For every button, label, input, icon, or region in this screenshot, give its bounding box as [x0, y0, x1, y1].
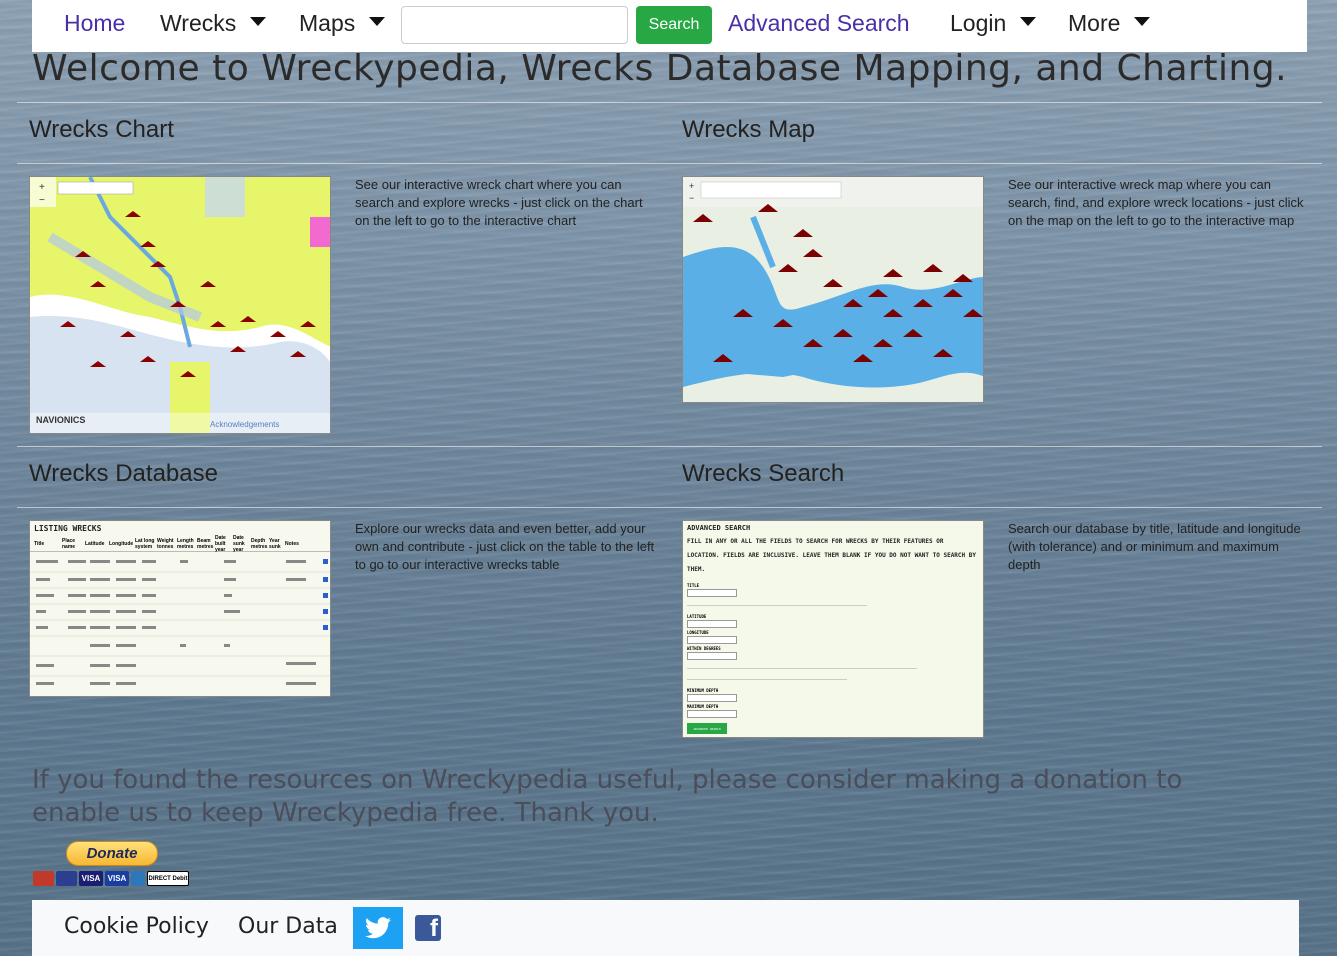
search-button[interactable]: Search — [636, 6, 712, 44]
wrecks-database-title: Wrecks Database — [29, 460, 218, 487]
column-header: Depth metres — [251, 537, 268, 550]
direct-debit-icon: DIRECT Debit — [147, 871, 189, 886]
visa-electron-icon: VISA — [105, 871, 129, 886]
table-header-row: Title Place name Latitude Longitude Lat … — [30, 534, 330, 553]
nav-more-dropdown[interactable]: More — [1068, 10, 1151, 37]
twitter-icon — [365, 917, 391, 939]
nav-more-label: More — [1068, 10, 1121, 36]
form-field-label: LATITUDE — [687, 614, 707, 619]
maximum-depth-input — [687, 710, 737, 718]
divider — [17, 163, 1322, 164]
donation-message: If you found the resources on Wreckypedi… — [32, 765, 1183, 828]
page-title: Welcome to Wreckypedia, Wrecks Database … — [32, 48, 1288, 89]
search-form-intro: FILL IN ANY OR ALL THE FIELDS TO SEARCH … — [687, 538, 976, 573]
wrecks-search-description: Search our database by title, latitude a… — [1008, 521, 1301, 572]
nav-maps-dropdown[interactable]: Maps — [299, 10, 386, 37]
form-field-label: TITLE — [687, 583, 700, 588]
form-field-label: LONGITUDE — [687, 630, 709, 635]
svg-text:−: − — [39, 195, 45, 206]
caret-down-icon — [250, 17, 267, 27]
caret-down-icon — [369, 17, 386, 27]
chart-credit-text: Acknowledgements — [210, 420, 279, 429]
caret-down-icon — [1020, 17, 1037, 27]
wrecks-database-thumbnail[interactable]: LISTING WRECKS Title Place name Latitude… — [29, 520, 331, 697]
wrecks-map-thumbnail[interactable]: + − — [682, 176, 984, 403]
wrecks-search-thumbnail[interactable]: ADVANCED SEARCH FILL IN ANY OR ALL THE F… — [682, 520, 984, 738]
column-header: Notes — [285, 540, 299, 547]
donate-button[interactable]: Donate — [66, 841, 158, 866]
longitude-input — [687, 636, 737, 644]
search-form-heading: ADVANCED SEARCH — [687, 524, 751, 532]
maestro-icon — [56, 871, 77, 886]
divider — [17, 102, 1322, 103]
search-input[interactable] — [401, 6, 628, 44]
form-field-label: WITHIN DEGREES — [687, 646, 721, 651]
map-image: + − — [683, 177, 983, 402]
mastercard-icon — [33, 871, 54, 886]
form-note-line — [687, 668, 917, 669]
navionics-logo-text: NAVIONICS — [36, 415, 85, 425]
footer: Cookie Policy Our Data f — [32, 900, 1299, 956]
nav-maps-label: Maps — [299, 10, 356, 36]
table-rows-image — [30, 559, 330, 685]
form-note-line — [687, 679, 847, 680]
nav-wrecks-dropdown[interactable]: Wrecks — [160, 10, 267, 37]
nav-wrecks-label: Wrecks — [160, 10, 237, 36]
visa-icon: VISA — [79, 871, 103, 886]
our-data-link[interactable]: Our Data — [238, 914, 338, 939]
column-header: Year sunk — [269, 537, 281, 550]
cookie-policy-link[interactable]: Cookie Policy — [64, 914, 209, 939]
divider — [17, 507, 1322, 508]
form-note-line — [687, 605, 867, 606]
table-heading: LISTING WRECKS — [34, 524, 102, 533]
column-header: Weight tonnes — [157, 537, 174, 550]
nav-login-dropdown[interactable]: Login — [950, 10, 1037, 37]
amex-icon — [131, 871, 145, 886]
wrecks-map-title: Wrecks Map — [682, 116, 815, 143]
svg-text:+: + — [39, 182, 45, 193]
column-header: Lat long system — [135, 537, 155, 550]
column-header: Longitude — [109, 540, 134, 547]
nav-advanced-search[interactable]: Advanced Search — [728, 10, 910, 37]
minimum-depth-input — [687, 694, 737, 702]
column-header: Latitude — [85, 540, 105, 547]
title-input — [687, 589, 737, 597]
twitter-button[interactable] — [353, 907, 403, 949]
form-field-label: MAXIMUM DEPTH — [687, 704, 719, 709]
column-header: Date built year — [215, 534, 226, 553]
latitude-input — [687, 620, 737, 628]
wrecks-chart-title: Wrecks Chart — [29, 116, 174, 143]
column-header: Title — [34, 540, 45, 547]
column-header: Place name — [62, 537, 76, 550]
nav-login-label: Login — [950, 10, 1007, 36]
within-degrees-input — [687, 652, 737, 660]
advanced-search-button-preview: ADVANCED SEARCH — [687, 723, 727, 734]
nautical-chart-image: + − NAVIONICS Acknowledgements — [30, 177, 330, 433]
svg-text:−: − — [689, 193, 694, 203]
divider — [17, 446, 1322, 447]
column-header: Length metres — [177, 537, 194, 550]
svg-text:+: + — [689, 181, 694, 191]
wrecks-chart-description: See our interactive wreck chart where yo… — [355, 177, 643, 228]
nav-home[interactable]: Home — [64, 10, 125, 37]
facebook-icon[interactable]: f — [415, 915, 441, 941]
wrecks-map-description: See our interactive wreck map where you … — [1008, 177, 1304, 228]
caret-down-icon — [1134, 17, 1151, 27]
top-navbar: Home Wrecks Maps Search Advanced Search … — [32, 0, 1307, 52]
wrecks-search-title: Wrecks Search — [682, 460, 845, 487]
form-field-label: MINIMUM DEPTH — [687, 688, 719, 693]
wrecks-chart-thumbnail[interactable]: + − NAVIONICS Acknowledgements — [29, 176, 331, 434]
column-header: Date sunk year — [233, 534, 245, 553]
payment-cards: VISA VISA DIRECT Debit — [33, 871, 189, 886]
column-header: Beam metres — [197, 537, 214, 550]
wrecks-database-description: Explore our wrecks data and even better,… — [355, 521, 655, 572]
